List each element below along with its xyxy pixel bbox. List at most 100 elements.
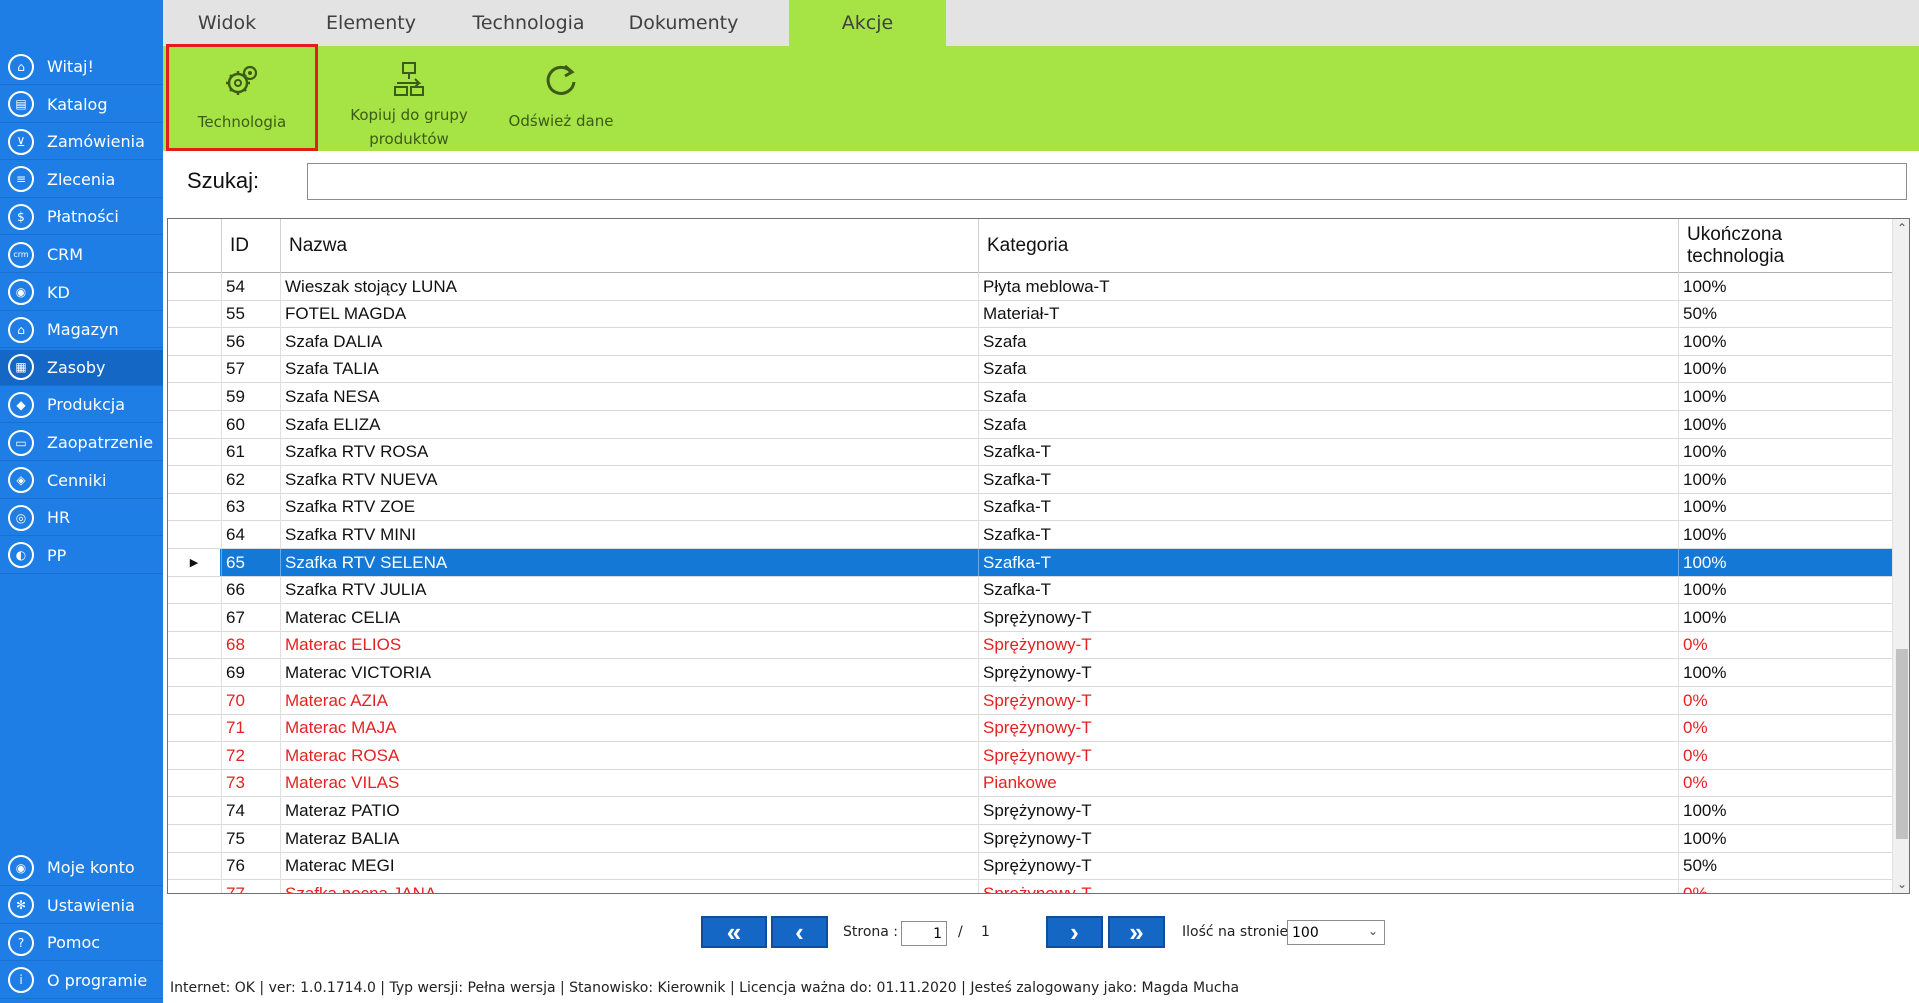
page-number-input[interactable] (901, 921, 947, 946)
row-header[interactable] (168, 301, 220, 328)
row-header[interactable] (168, 797, 220, 824)
cell-id: 64 (221, 521, 280, 549)
table-row[interactable]: 62 Szafka RTV NUEVA Szafka-T 100% (168, 466, 1892, 494)
table-row[interactable]: 55 FOTEL MAGDA Materiał-T 50% (168, 300, 1892, 329)
tab-akcje[interactable]: Akcje (789, 0, 946, 46)
sidebar-item-magazyn[interactable]: ⌂ Magazyn (0, 312, 163, 349)
dollar-icon: $ (8, 203, 34, 230)
row-header[interactable] (168, 687, 220, 714)
row-header[interactable] (168, 328, 220, 355)
row-header[interactable] (168, 273, 220, 300)
sidebar-item-produkcja[interactable]: ◆ Produkcja (0, 387, 163, 424)
row-header[interactable] (168, 742, 220, 769)
products-grid: ID Nazwa Kategoria Ukończona technologia… (167, 218, 1910, 894)
next-page-button[interactable]: › (1046, 916, 1103, 948)
column-header-nazwa[interactable]: Nazwa (280, 219, 978, 273)
sidebar-item-cenniki[interactable]: ◈ Cenniki (0, 463, 163, 499)
table-row[interactable]: 56 Szafa DALIA Szafa 100% (168, 328, 1892, 356)
row-header[interactable] (168, 494, 220, 521)
sidebar-item-płatności[interactable]: $ Płatności (0, 199, 163, 236)
row-header[interactable] (168, 466, 220, 493)
tab-elementy[interactable]: Elementy (291, 0, 451, 46)
table-row[interactable]: 75 Materaz BALIA Sprężynowy-T 100% (168, 825, 1892, 853)
sidebar-item-label: CRM (47, 245, 84, 264)
sidebar-item-zamówienia[interactable]: ⊻ Zamówienia (0, 124, 163, 161)
table-row[interactable]: 68 Materac ELIOS Sprężynowy-T 0% (168, 631, 1892, 660)
sidebar-item-o-programie[interactable]: i O programie (0, 963, 163, 999)
table-row[interactable]: ▶ 65 Szafka RTV SELENA Szafka-T 100% (168, 549, 1892, 577)
table-row[interactable]: 61 Szafka RTV ROSA Szafka-T 100% (168, 438, 1892, 467)
row-header[interactable] (168, 356, 220, 383)
scroll-down-icon[interactable]: ⌄ (1893, 875, 1909, 893)
row-header[interactable] (168, 770, 220, 797)
table-row[interactable]: 72 Materac ROSA Sprężynowy-T 0% (168, 742, 1892, 770)
sidebar-item-zasoby[interactable]: ▦ Zasoby (0, 349, 163, 386)
row-header[interactable] (168, 715, 220, 742)
vertical-scrollbar[interactable]: ⌃ ⌄ (1892, 219, 1909, 893)
table-row[interactable]: 60 Szafa ELIZA Szafa 100% (168, 411, 1892, 439)
table-row[interactable]: 59 Szafa NESA Szafa 100% (168, 383, 1892, 411)
technologia-button[interactable]: Technologia (166, 44, 318, 151)
sidebar-item-zaopatrzenie[interactable]: ▭ Zaopatrzenie (0, 425, 163, 461)
column-header-ukonczona[interactable]: Ukończona technologia (1678, 219, 1828, 273)
first-page-button[interactable]: « (701, 916, 767, 948)
sidebar-item-pp[interactable]: ◐ PP (0, 538, 163, 574)
table-row[interactable]: 74 Materaz PATIO Sprężynowy-T 100% (168, 797, 1892, 825)
sidebar-item-hr[interactable]: ◎ HR (0, 500, 163, 537)
kopiuj-do-grupy-button[interactable]: Kopiuj do grupy produktów (329, 46, 489, 151)
cell-nazwa: Szafka RTV SELENA (280, 549, 978, 576)
scroll-thumb[interactable] (1896, 649, 1908, 839)
scroll-up-icon[interactable]: ⌃ (1893, 219, 1909, 237)
table-row[interactable]: 73 Materac VILAS Piankowe 0% (168, 769, 1892, 798)
row-header[interactable] (168, 632, 220, 659)
table-row[interactable]: 64 Szafka RTV MINI Szafka-T 100% (168, 521, 1892, 549)
row-header[interactable] (168, 659, 220, 686)
row-header[interactable] (168, 439, 220, 466)
column-header-id[interactable]: ID (221, 219, 280, 273)
table-row[interactable]: 67 Materac CELIA Sprężynowy-T 100% (168, 604, 1892, 632)
sidebar-item-kd[interactable]: ◉ KD (0, 275, 163, 311)
tab-widok[interactable]: Widok (163, 0, 291, 46)
table-row[interactable]: 77 Szafka nocna JANA Sprężynowy-T 0% (168, 880, 1892, 893)
current-row-arrow-icon[interactable]: ▶ (168, 549, 220, 576)
sidebar-item-witaj-[interactable]: ⌂ Witaj! (0, 49, 163, 85)
table-row[interactable]: 57 Szafa TALIA Szafa 100% (168, 355, 1892, 384)
table-row[interactable]: 63 Szafka RTV ZOE Szafka-T 100% (168, 493, 1892, 522)
row-header[interactable] (168, 604, 220, 631)
cell-ukonczona: 100% (1678, 576, 1892, 604)
sidebar-item-moje-konto[interactable]: ◉ Moje konto (0, 850, 163, 886)
column-header-kategoria[interactable]: Kategoria (978, 219, 1678, 273)
row-header[interactable] (168, 521, 220, 548)
cell-id: 63 (221, 493, 280, 521)
row-header[interactable] (168, 577, 220, 604)
table-row[interactable]: 54 Wieszak stojący LUNA Płyta meblowa-T 100… (168, 273, 1892, 301)
odswiez-dane-button[interactable]: Odśwież dane (491, 46, 631, 151)
table-row[interactable]: 69 Materac VICTORIA Sprężynowy-T 100% (168, 659, 1892, 687)
per-page-select[interactable]: 100 ⌄ (1287, 920, 1385, 945)
row-header[interactable] (168, 383, 220, 410)
row-header[interactable] (168, 880, 220, 893)
prev-page-button[interactable]: ‹ (771, 916, 828, 948)
table-row[interactable]: 71 Materac MAJA Sprężynowy-T 0% (168, 714, 1892, 743)
cell-kategoria: Szafa (978, 355, 1678, 383)
cell-kategoria: Szafka-T (978, 549, 1678, 576)
row-header[interactable] (168, 853, 220, 880)
sidebar-item-katalog[interactable]: ▤ Katalog (0, 87, 163, 123)
row-header[interactable] (168, 411, 220, 438)
last-page-button[interactable]: » (1108, 916, 1165, 948)
cell-id: 70 (221, 687, 280, 714)
tab-dokumenty[interactable]: Dokumenty (606, 0, 761, 46)
sidebar-item-crm[interactable]: crm CRM (0, 237, 163, 273)
cell-kategoria: Sprężynowy-T (978, 714, 1678, 742)
table-row[interactable]: 76 Materac MEGI Sprężynowy-T 50% (168, 852, 1892, 881)
tab-technologia[interactable]: Technologia (451, 0, 606, 46)
cell-ukonczona: 50% (1678, 852, 1892, 880)
row-header[interactable] (168, 825, 220, 852)
list-icon: ≡ (8, 166, 34, 193)
cell-nazwa: Wieszak stojący LUNA (280, 273, 978, 300)
sidebar-item-zlecenia[interactable]: ≡ Zlecenia (0, 162, 163, 198)
search-input[interactable] (307, 163, 1907, 200)
cell-nazwa: Materac ELIOS (280, 631, 978, 659)
table-row[interactable]: 70 Materac AZIA Sprężynowy-T 0% (168, 687, 1892, 715)
table-row[interactable]: 66 Szafka RTV JULIA Szafka-T 100% (168, 576, 1892, 605)
